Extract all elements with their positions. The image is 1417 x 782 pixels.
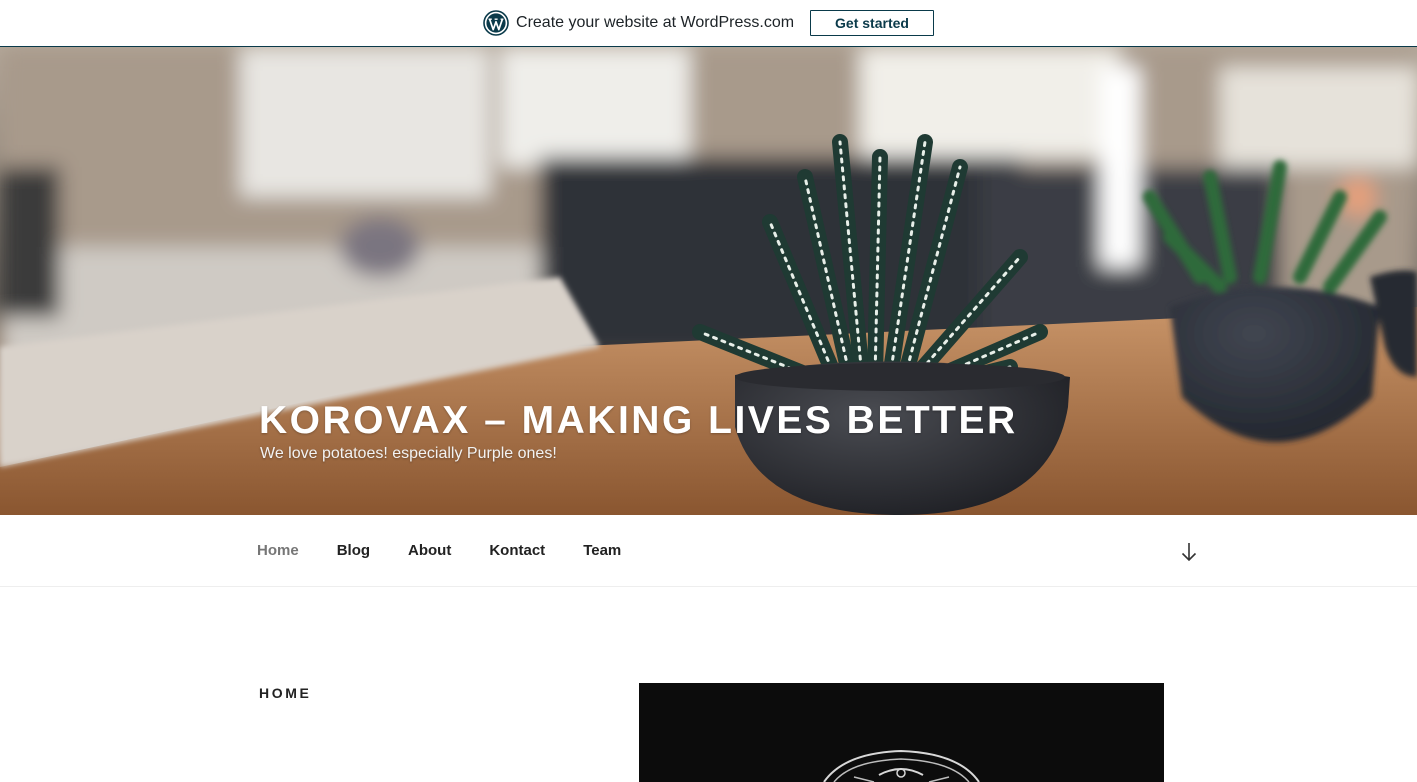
featured-image bbox=[639, 683, 1164, 782]
nav-item-kontact[interactable]: Kontact bbox=[489, 542, 545, 559]
nav-menu: Home Blog About Kontact Team bbox=[257, 515, 659, 586]
nav-item-blog[interactable]: Blog bbox=[337, 542, 370, 559]
wordpress-logo-icon[interactable] bbox=[483, 10, 509, 36]
nav-item-home[interactable]: Home bbox=[257, 542, 299, 559]
site-tagline: We love potatoes! especially Purple ones… bbox=[260, 445, 557, 462]
nav-item-team[interactable]: Team bbox=[583, 542, 621, 559]
main-navigation: Home Blog About Kontact Team bbox=[0, 515, 1417, 587]
header-image: KOROVAX – MAKING LIVES BETTER We love po… bbox=[0, 47, 1417, 515]
featured-logo-icon bbox=[823, 749, 980, 782]
arrow-down-icon[interactable] bbox=[1180, 541, 1198, 563]
section-title: HOME bbox=[259, 685, 312, 701]
header-photo bbox=[0, 47, 1417, 515]
get-started-button[interactable]: Get started bbox=[810, 10, 934, 36]
nav-item-about[interactable]: About bbox=[408, 542, 451, 559]
promo-bar: Create your website at WordPress.com Get… bbox=[0, 0, 1417, 47]
promo-text[interactable]: Create your website at WordPress.com bbox=[516, 14, 794, 32]
site-title[interactable]: KOROVAX – MAKING LIVES BETTER bbox=[259, 399, 1018, 443]
